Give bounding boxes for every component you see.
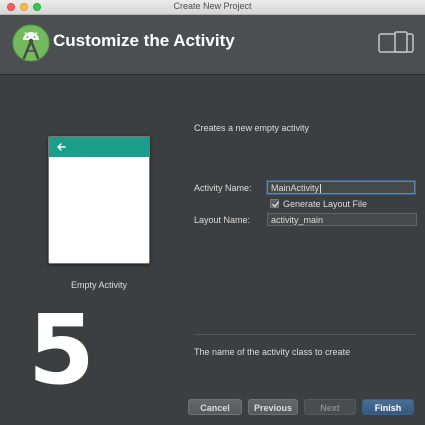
preview-toolbar [49,137,149,157]
wizard-header: Customize the Activity [0,15,425,75]
step-number: 5 [28,294,95,406]
cancel-button[interactable]: Cancel [188,399,242,415]
activity-name-input[interactable]: MainActivity [267,181,415,194]
generate-layout-checkbox[interactable] [270,199,280,208]
devices-icon[interactable] [378,31,414,53]
activity-name-label: Activity Name: [194,183,252,193]
finish-button[interactable]: Finish [362,399,414,415]
activity-preview [48,136,150,264]
layout-name-value: activity_main [271,215,324,225]
section-divider [194,334,416,335]
checkmark-icon [272,201,280,208]
window-title: Create New Project [173,1,252,11]
android-studio-logo-icon [12,24,50,62]
field-hint: The name of the activity class to create [194,347,351,357]
layout-name-input[interactable]: activity_main [267,213,417,226]
next-button[interactable]: Next [304,399,356,415]
layout-name-label: Layout Name: [194,215,251,225]
template-description: Creates a new empty activity [194,123,310,133]
activity-template-label: Empty Activity [70,280,127,290]
back-arrow-icon [57,143,66,151]
text-caret [320,184,322,194]
previous-button[interactable]: Previous [248,399,298,415]
window-titlebar: Create New Project [0,0,425,15]
generate-layout-label[interactable]: Generate Layout File [283,199,367,209]
page-title: Customize the Activity [53,31,235,50]
activity-name-value: MainActivity [271,183,320,193]
